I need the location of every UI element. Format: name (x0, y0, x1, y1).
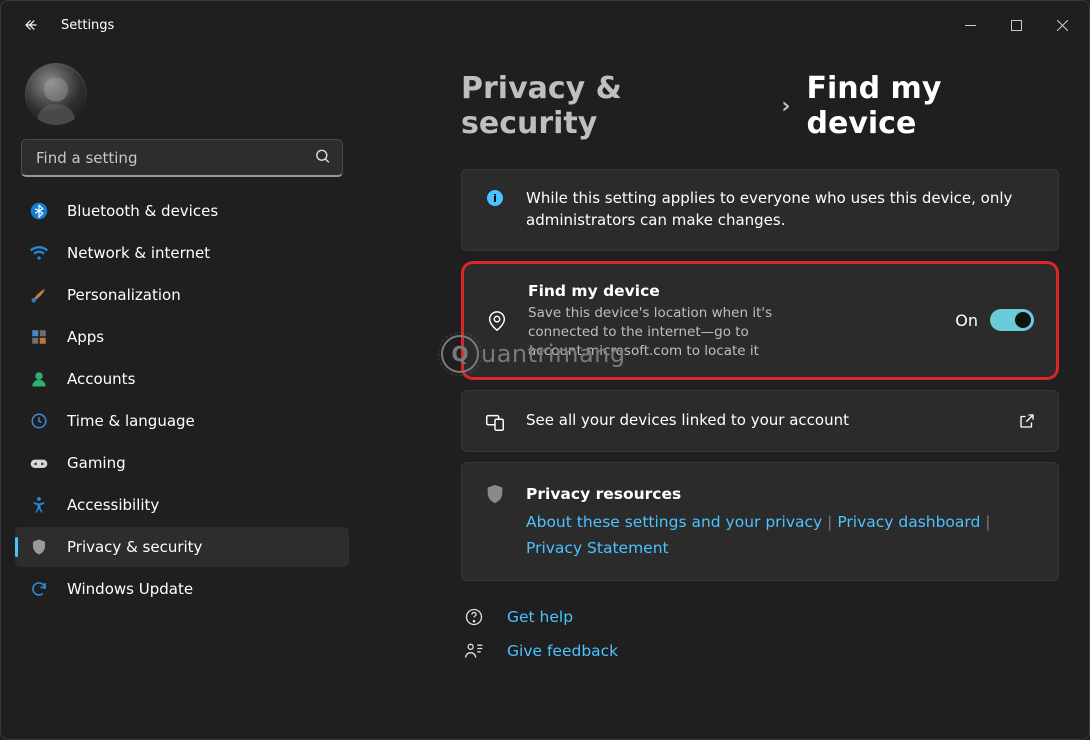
help-icon (463, 607, 485, 627)
back-button[interactable] (17, 10, 47, 40)
toggle-state-label: On (955, 311, 978, 330)
get-help-label: Get help (507, 608, 573, 626)
toggle-find-my-device[interactable] (990, 309, 1034, 331)
info-icon: i (487, 190, 503, 206)
give-feedback-link[interactable]: Give feedback (461, 641, 1059, 661)
update-icon (29, 579, 49, 599)
info-text: While this setting applies to everyone w… (526, 188, 1036, 232)
minimize-button[interactable] (947, 5, 993, 45)
devices-icon (484, 411, 506, 433)
linked-devices-label: See all your devices linked to your acco… (526, 410, 998, 432)
clock-globe-icon (29, 411, 49, 431)
sidebar-item-label: Windows Update (67, 580, 193, 598)
resources-title: Privacy resources (526, 481, 1036, 507)
search-input[interactable] (21, 139, 343, 177)
brush-icon (29, 285, 49, 305)
link-privacy-statement[interactable]: Privacy Statement (526, 539, 669, 557)
setting-find-my-device[interactable]: Find my device Save this device's locati… (461, 261, 1059, 380)
sidebar-item-apps[interactable]: Apps (15, 317, 349, 357)
minimize-icon (965, 20, 976, 31)
footer-links: Get help Give feedback (461, 607, 1059, 661)
main-panel: Privacy & security › Find my device i Wh… (361, 49, 1089, 739)
sidebar-item-gaming[interactable]: Gaming (15, 443, 349, 483)
gamepad-icon (29, 453, 49, 473)
give-feedback-label: Give feedback (507, 642, 618, 660)
close-button[interactable] (1039, 5, 1085, 45)
sidebar-item-label: Time & language (67, 412, 195, 430)
sidebar-item-label: Personalization (67, 286, 181, 304)
sidebar-item-label: Accounts (67, 370, 135, 388)
sidebar-item-time-language[interactable]: Time & language (15, 401, 349, 441)
maximize-icon (1011, 20, 1022, 31)
apps-icon (29, 327, 49, 347)
sidebar-item-label: Privacy & security (67, 538, 202, 556)
window-title: Settings (61, 18, 114, 33)
feedback-icon (463, 641, 485, 661)
sidebar-item-label: Bluetooth & devices (67, 202, 218, 220)
get-help-link[interactable]: Get help (461, 607, 1059, 627)
link-privacy-dashboard[interactable]: Privacy dashboard (837, 513, 980, 531)
search-wrap (21, 139, 343, 177)
sidebar-item-accounts[interactable]: Accounts (15, 359, 349, 399)
person-icon (29, 369, 49, 389)
sidebar-item-label: Apps (67, 328, 104, 346)
setting-title: Find my device (528, 280, 935, 302)
profile-block[interactable] (15, 57, 349, 139)
open-external-icon (1018, 412, 1036, 430)
sidebar-item-accessibility[interactable]: Accessibility (15, 485, 349, 525)
sidebar-item-personalization[interactable]: Personalization (15, 275, 349, 315)
nav: Bluetooth & devices Network & internet P… (15, 191, 349, 609)
sidebar-item-windows-update[interactable]: Windows Update (15, 569, 349, 609)
page-title: Find my device (807, 71, 1060, 141)
shield-icon (29, 537, 49, 557)
link-about-settings[interactable]: About these settings and your privacy (526, 513, 822, 531)
chevron-right-icon: › (781, 94, 790, 119)
accessibility-icon (29, 495, 49, 515)
breadcrumb: Privacy & security › Find my device (461, 71, 1059, 141)
sidebar: Bluetooth & devices Network & internet P… (1, 49, 361, 739)
sidebar-item-bluetooth[interactable]: Bluetooth & devices (15, 191, 349, 231)
window-controls (947, 5, 1085, 45)
bluetooth-icon (29, 201, 49, 221)
setting-description: Save this device's location when it's co… (528, 304, 838, 361)
sidebar-item-label: Network & internet (67, 244, 210, 262)
shield-outline-icon (484, 483, 506, 505)
wifi-icon (29, 243, 49, 263)
maximize-button[interactable] (993, 5, 1039, 45)
sidebar-item-label: Accessibility (67, 496, 159, 514)
sidebar-item-network[interactable]: Network & internet (15, 233, 349, 273)
avatar (25, 63, 87, 125)
breadcrumb-parent[interactable]: Privacy & security (461, 71, 765, 141)
sidebar-item-label: Gaming (67, 454, 126, 472)
titlebar: Settings (1, 1, 1089, 49)
info-banner: i While this setting applies to everyone… (461, 169, 1059, 251)
location-pin-icon (486, 310, 508, 332)
close-icon (1057, 20, 1068, 31)
search-icon (314, 148, 331, 169)
privacy-resources-card: Privacy resources About these settings a… (461, 462, 1059, 581)
sidebar-item-privacy[interactable]: Privacy & security (15, 527, 349, 567)
linked-devices-row[interactable]: See all your devices linked to your acco… (461, 390, 1059, 452)
